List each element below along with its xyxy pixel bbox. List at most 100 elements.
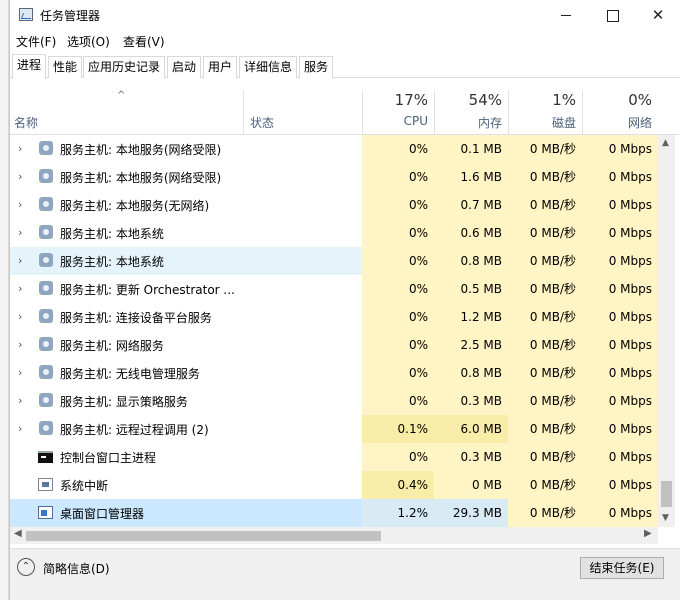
tab-bar: 进程 性能 应用历史记录 启动 用户 详细信息 服务 [10, 54, 680, 79]
footer-bar: ⌃ 简略信息(D) 结束任务(E) [10, 548, 680, 600]
gear-icon [39, 309, 53, 323]
process-row[interactable]: › 服务主机: 连接设备平台服务 0% 1.2 MB 0 MB/秒 0 Mbps [10, 303, 658, 331]
expand-chevron-icon[interactable]: › [18, 338, 22, 351]
process-row[interactable]: › 服务主机: 更新 Orchestrator ... 0% 0.5 MB 0 MB/秒… [10, 275, 658, 303]
column-disk[interactable]: 1% 磁盘 [508, 90, 582, 135]
tab-app-history[interactable]: 应用历史记录 [83, 56, 166, 78]
scroll-right-icon[interactable]: ▶ [644, 528, 652, 539]
process-row[interactable]: 控制台窗口主进程 0% 0.3 MB 0 MB/秒 0 Mbps [10, 443, 658, 471]
process-row[interactable]: › 服务主机: 本地系统 0% 0.6 MB 0 MB/秒 0 Mbps [10, 219, 658, 247]
scroll-left-icon[interactable]: ◀ [14, 528, 22, 539]
network-label: 网络 [627, 116, 652, 130]
process-name-cell[interactable]: › 服务主机: 本地系统 [10, 219, 362, 247]
process-name-cell[interactable]: › 服务主机: 本地服务(网络受限) [10, 163, 362, 191]
cpu-cell: 0% [362, 303, 434, 331]
process-row[interactable]: › 服务主机: 本地服务(无网络) 0% 0.7 MB 0 MB/秒 0 Mbps [10, 191, 658, 219]
process-row[interactable]: › 服务主机: 本地系统 0% 0.8 MB 0 MB/秒 0 Mbps [10, 247, 658, 275]
expand-chevron-icon[interactable]: › [18, 366, 22, 379]
gear-icon [39, 365, 53, 379]
memory-cell: 0.8 MB [434, 359, 508, 387]
console-icon [38, 451, 53, 463]
process-row[interactable]: › 服务主机: 无线电管理服务 0% 0.8 MB 0 MB/秒 0 Mbps [10, 359, 658, 387]
expand-chevron-icon[interactable]: › [18, 226, 22, 239]
cpu-cell: 0% [362, 331, 434, 359]
fewer-details-link[interactable]: 简略信息(D) [43, 560, 110, 577]
cpu-cell: 0% [362, 219, 434, 247]
scroll-down-icon[interactable]: ▼ [662, 513, 669, 523]
column-memory[interactable]: 54% 内存 [434, 90, 508, 135]
collapse-details-icon[interactable]: ⌃ [17, 558, 35, 576]
process-row[interactable]: › 服务主机: 显示策略服务 0% 0.3 MB 0 MB/秒 0 Mbps [10, 387, 658, 415]
gear-icon [39, 141, 53, 155]
tab-users[interactable]: 用户 [203, 56, 238, 78]
expand-chevron-icon[interactable]: › [18, 394, 22, 407]
menu-view[interactable]: 查看(V) [123, 33, 165, 50]
scroll-up-icon[interactable]: ▲ [662, 138, 669, 148]
cpu-label: CPU [403, 114, 428, 128]
tab-details[interactable]: 详细信息 [239, 56, 298, 78]
minimize-button[interactable] [543, 0, 589, 30]
tab-processes[interactable]: 进程 [12, 54, 47, 79]
column-cpu[interactable]: 17% CPU [362, 90, 434, 135]
expand-chevron-icon[interactable]: › [18, 310, 22, 323]
process-row[interactable]: › 服务主机: 本地服务(网络受限) 0% 1.6 MB 0 MB/秒 0 Mbps [10, 163, 658, 191]
process-name-cell[interactable]: 系统中断 [10, 471, 362, 499]
process-row[interactable]: › 服务主机: 远程过程调用 (2) 0.1% 6.0 MB 0 MB/秒 0 Mbps [10, 415, 658, 443]
expand-chevron-icon[interactable]: › [18, 170, 22, 183]
column-name[interactable]: 名称 [14, 114, 38, 131]
menu-options[interactable]: 选项(O) [67, 33, 110, 50]
process-name-cell[interactable]: › 服务主机: 更新 Orchestrator ... [10, 275, 362, 303]
disk-cell: 0 MB/秒 [508, 499, 582, 527]
disk-cell: 0 MB/秒 [508, 331, 582, 359]
tab-services[interactable]: 服务 [299, 56, 334, 78]
expand-chevron-icon[interactable]: › [18, 422, 22, 435]
process-row[interactable]: 系统中断 0.4% 0 MB 0 MB/秒 0 Mbps [10, 471, 658, 499]
memory-cell: 0.1 MB [434, 135, 508, 163]
process-name-cell[interactable]: › 服务主机: 连接设备平台服务 [10, 303, 362, 331]
close-button[interactable]: ✕ [635, 0, 680, 30]
process-name: 服务主机: 本地系统 [60, 227, 164, 241]
process-name-cell[interactable]: 桌面窗口管理器 [10, 499, 362, 527]
cpu-cell: 0% [362, 191, 434, 219]
process-name-cell[interactable]: › 服务主机: 显示策略服务 [10, 387, 362, 415]
process-name-cell[interactable]: › 服务主机: 本地系统 [10, 247, 362, 275]
expand-chevron-icon[interactable]: › [18, 142, 22, 155]
process-name-cell[interactable]: › 服务主机: 远程过程调用 (2) [10, 415, 362, 443]
process-name-cell[interactable]: › 服务主机: 网络服务 [10, 331, 362, 359]
process-row[interactable]: 桌面窗口管理器 1.2% 29.3 MB 0 MB/秒 0 Mbps [10, 499, 658, 527]
network-cell: 0 Mbps [582, 471, 658, 499]
expand-chevron-icon[interactable]: › [18, 254, 22, 267]
memory-total-percent: 54% [468, 91, 502, 109]
expand-chevron-icon[interactable]: › [18, 282, 22, 295]
memory-cell: 0.3 MB [434, 443, 508, 471]
tab-startup[interactable]: 启动 [167, 56, 202, 78]
disk-total-percent: 1% [552, 91, 576, 109]
tab-performance[interactable]: 性能 [48, 56, 83, 78]
network-cell: 0 Mbps [582, 331, 658, 359]
column-header: ^ 名称 状态 17% CPU 54% 内存 1% 磁盘 0% 网络 [10, 90, 680, 135]
vertical-scrollbar[interactable]: ▲ ▼ [658, 135, 675, 527]
process-name-cell[interactable]: 控制台窗口主进程 [10, 443, 362, 471]
vertical-scroll-thumb[interactable] [661, 481, 672, 507]
network-cell: 0 Mbps [582, 415, 658, 443]
process-row[interactable]: › 服务主机: 网络服务 0% 2.5 MB 0 MB/秒 0 Mbps [10, 331, 658, 359]
gear-icon [39, 421, 53, 435]
horizontal-scroll-thumb[interactable] [26, 531, 381, 541]
disk-label: 磁盘 [551, 116, 576, 130]
end-task-button[interactable]: 结束任务(E) [580, 557, 664, 579]
maximize-button[interactable] [589, 0, 635, 30]
background-window-edge [0, 0, 9, 600]
horizontal-scrollbar[interactable]: ◀ ▶ [10, 527, 658, 544]
column-divider[interactable] [243, 90, 244, 135]
process-row[interactable]: › 服务主机: 本地服务(网络受限) 0% 0.1 MB 0 MB/秒 0 Mbps [10, 135, 658, 163]
expand-chevron-icon[interactable]: › [18, 198, 22, 211]
sort-indicator-icon: ^ [117, 90, 126, 101]
disk-cell: 0 MB/秒 [508, 443, 582, 471]
process-name-cell[interactable]: › 服务主机: 本地服务(无网络) [10, 191, 362, 219]
process-name-cell[interactable]: › 服务主机: 本地服务(网络受限) [10, 135, 362, 163]
title-bar[interactable]: 任务管理器 ✕ [10, 0, 680, 30]
column-network[interactable]: 0% 网络 [582, 90, 658, 135]
column-status[interactable]: 状态 [250, 114, 274, 131]
menu-file[interactable]: 文件(F) [16, 33, 56, 50]
process-name-cell[interactable]: › 服务主机: 无线电管理服务 [10, 359, 362, 387]
